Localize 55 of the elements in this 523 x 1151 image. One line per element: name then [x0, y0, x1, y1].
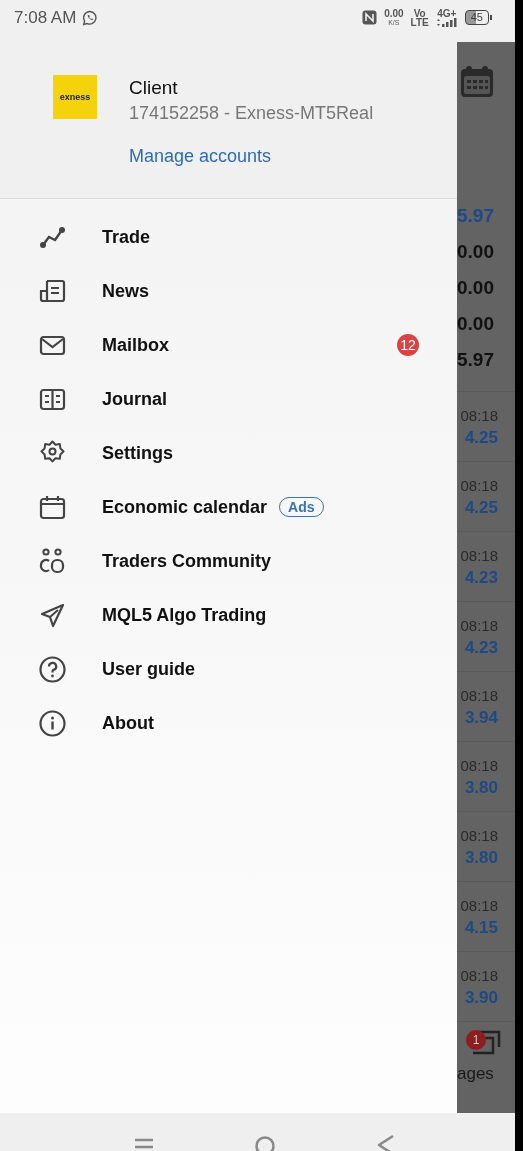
nfc-icon	[362, 10, 378, 25]
home-icon[interactable]	[253, 1135, 276, 1151]
lte-label: LTE	[410, 17, 429, 27]
quote-price: 3.80	[464, 847, 498, 869]
quote-price: 3.80	[464, 777, 498, 799]
menu-icon[interactable]	[133, 1137, 154, 1151]
volte-label: Vo	[413, 8, 426, 18]
value-text: 0.00	[457, 240, 494, 264]
quote-time: 08:18	[460, 756, 498, 776]
quote-time: 08:18	[460, 546, 498, 566]
quote-price: 4.23	[464, 637, 498, 659]
quote-price: 3.90	[464, 987, 498, 1009]
network-type: 4G+	[437, 8, 457, 18]
unread-count-badge: 12	[397, 334, 419, 356]
menu-item[interactable]: Economic calendar	[102, 496, 268, 518]
value-text: 5.97	[457, 204, 494, 228]
quote-time: 08:18	[460, 826, 498, 846]
menu-item[interactable]: Traders Community	[102, 550, 272, 572]
value-text: 0.00	[457, 312, 494, 336]
chat-bubble-icon	[82, 9, 99, 26]
value-text: 0.00	[457, 276, 494, 300]
quote-time: 08:18	[460, 686, 498, 706]
quote-time: 08:18	[460, 896, 498, 916]
menu-item[interactable]: MQL5 Algo Trading	[102, 604, 267, 626]
manage-accounts-link[interactable]: Manage accounts	[129, 146, 272, 167]
quote-time: 08:18	[460, 616, 498, 636]
info-icon	[38, 708, 67, 738]
quote-price: 4.25	[464, 427, 498, 449]
menu-item[interactable]: User guide	[102, 658, 196, 680]
battery-indicator: 45	[464, 10, 489, 25]
menu-item[interactable]: Settings	[102, 442, 173, 464]
menu-item[interactable]: Trade	[102, 226, 151, 248]
quote-time: 08:18	[460, 406, 498, 426]
quote-time: 08:18	[460, 476, 498, 496]
help-icon	[38, 654, 67, 684]
calendar-icon[interactable]	[460, 65, 494, 98]
network-speed: 0.00	[384, 8, 404, 18]
account-details: 174152258 - Exness-MT5Real	[129, 103, 374, 124]
menu-item[interactable]: About	[102, 712, 154, 734]
quote-price: 4.25	[464, 497, 498, 519]
menu-item[interactable]: News	[102, 280, 150, 302]
broker-logo: exness	[53, 75, 97, 119]
people-icon	[38, 546, 67, 576]
quote-price: 3.94	[464, 707, 498, 729]
quote-price: 4.23	[464, 567, 498, 589]
status-time: 7:08 AM	[14, 7, 77, 28]
quote-time: 08:18	[460, 966, 498, 986]
menu-item[interactable]: Journal	[102, 388, 167, 410]
count-badge: 1	[466, 1030, 486, 1050]
menu-item[interactable]: Mailbox	[102, 334, 169, 356]
back-icon[interactable]	[375, 1134, 396, 1151]
quote-price: 4.15	[464, 917, 498, 939]
value-text: 5.97	[457, 348, 494, 372]
signal-icon	[435, 17, 458, 27]
account-name: Client	[129, 77, 178, 99]
